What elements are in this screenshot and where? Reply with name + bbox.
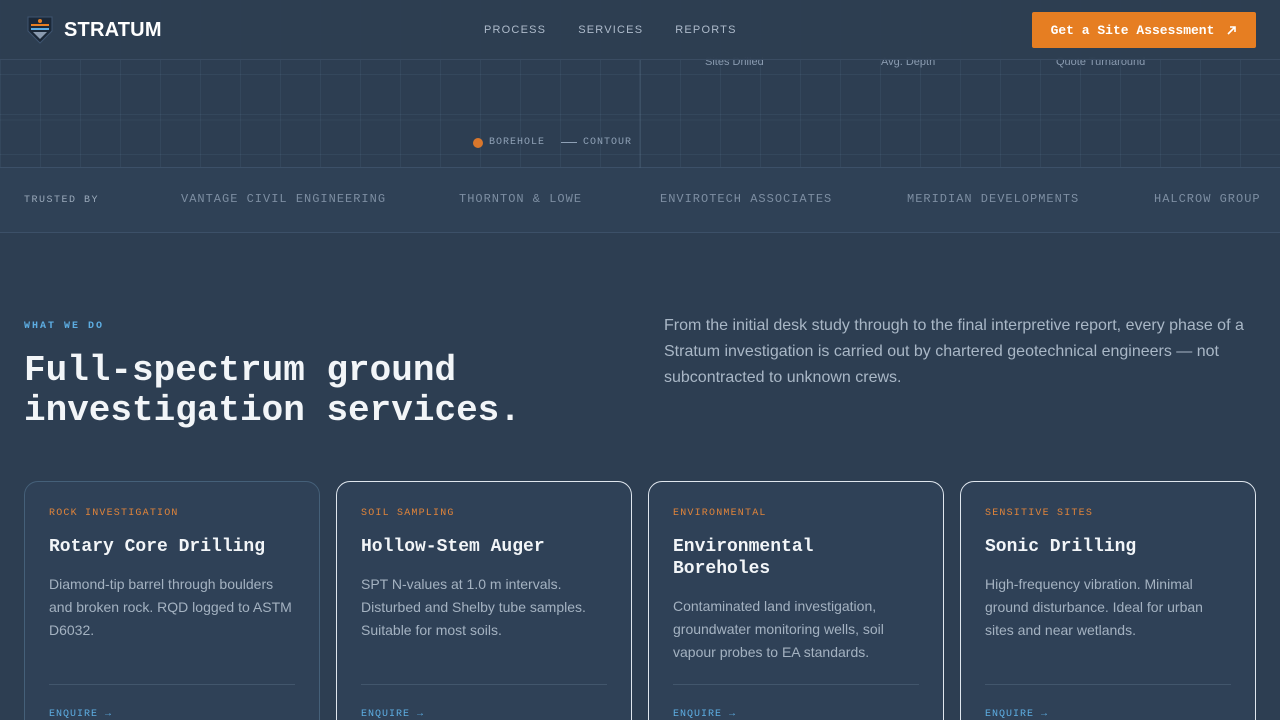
logo-shield-icon xyxy=(27,16,53,44)
card-title: Environmental Boreholes xyxy=(673,537,814,579)
client-logo: VANTAGE CIVIL ENGINEERING xyxy=(181,192,387,206)
legend-contour: CONTOUR xyxy=(583,137,633,148)
service-card-environmental[interactable]: ENVIRONMENTAL Environmental Boreholes Co… xyxy=(648,481,944,720)
client-logo: HALCROW GROUP xyxy=(1154,192,1261,206)
contour-map-graphic xyxy=(0,60,1280,168)
card-description: High-frequency vibration. Minimal ground… xyxy=(985,576,1203,638)
service-card-rotary[interactable]: ROCK INVESTIGATION Rotary Core Drilling … xyxy=(24,481,320,720)
card-tag: SOIL SAMPLING xyxy=(361,508,455,519)
card-title: Hollow-Stem Auger xyxy=(361,537,545,557)
site-header: STRATUM PROCESS SERVICES REPORTS Get a S… xyxy=(0,0,1280,60)
nav-reports[interactable]: REPORTS xyxy=(675,24,736,36)
section-title: Full-spectrum ground investigation servi… xyxy=(24,350,521,431)
card-footer: ENQUIRE → xyxy=(985,684,1231,720)
nav-services[interactable]: SERVICES xyxy=(578,24,643,36)
arrow-up-right-icon xyxy=(1227,25,1237,35)
cta-label: Get a Site Assessment xyxy=(1050,22,1215,38)
card-description: Contaminated land investigation, groundw… xyxy=(673,598,884,660)
trusted-by-label: TRUSTED BY xyxy=(24,195,100,206)
borehole-dot-icon xyxy=(473,137,483,148)
client-logo: MERIDIAN DEVELOPMENTS xyxy=(907,192,1080,206)
service-card-auger[interactable]: SOIL SAMPLING Hollow-Stem Auger SPT N-va… xyxy=(336,481,632,720)
card-footer: ENQUIRE → xyxy=(361,684,607,720)
site-assessment-button[interactable]: Get a Site Assessment xyxy=(1032,12,1256,48)
card-footer: ENQUIRE → xyxy=(673,684,919,720)
enquire-link[interactable]: ENQUIRE → xyxy=(361,709,424,720)
card-tag: SENSITIVE SITES xyxy=(985,508,1094,519)
card-tag: ROCK INVESTIGATION xyxy=(49,508,179,519)
client-logo: ENVIROTECH ASSOCIATES xyxy=(660,192,833,206)
section-eyebrow: WHAT WE DO xyxy=(24,321,105,332)
section-description: From the initial desk study through to t… xyxy=(664,317,1244,386)
enquire-link[interactable]: ENQUIRE → xyxy=(673,709,736,720)
legend-borehole: BOREHOLE xyxy=(489,137,546,148)
card-title: Sonic Drilling xyxy=(985,537,1137,557)
logo[interactable]: STRATUM xyxy=(26,15,162,45)
map-legend: BOREHOLE CONTOUR xyxy=(473,137,632,148)
enquire-link[interactable]: ENQUIRE → xyxy=(985,709,1048,720)
contour-line-icon xyxy=(561,142,578,143)
nav-process[interactable]: PROCESS xyxy=(484,24,546,36)
client-logo: THORNTON & LOWE xyxy=(459,192,583,206)
service-card-sonic[interactable]: SENSITIVE SITES Sonic Drilling High-freq… xyxy=(960,481,1256,720)
card-description: Diamond-tip barrel through boulders and … xyxy=(49,576,292,638)
brand-name: STRATUM xyxy=(64,18,162,41)
trusted-by-strip: TRUSTED BY VANTAGE CIVIL ENGINEERING THO… xyxy=(0,168,1280,233)
card-description: SPT N-values at 1.0 m intervals. Disturb… xyxy=(361,576,586,638)
card-tag: ENVIRONMENTAL xyxy=(673,508,767,519)
card-title: Rotary Core Drilling xyxy=(49,537,266,557)
enquire-link[interactable]: ENQUIRE → xyxy=(49,709,112,720)
main-nav: PROCESS SERVICES REPORTS xyxy=(484,24,737,36)
card-footer: ENQUIRE → xyxy=(49,684,295,720)
